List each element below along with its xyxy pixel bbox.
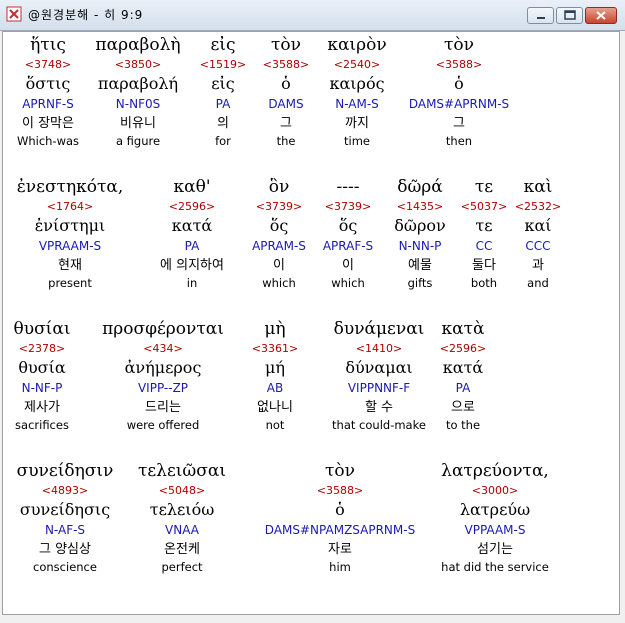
strong-number: <5048>	[158, 484, 206, 497]
word-greek: κατὰ	[441, 319, 485, 339]
app-icon	[6, 6, 22, 22]
word-lemma: κατά	[442, 358, 484, 377]
word-greek: τελειῶσαι	[137, 461, 227, 481]
title-bar: @원경분해 - 히 9:9	[0, 0, 625, 31]
english-gloss: hat did the service	[441, 560, 549, 574]
strong-number: <3588>	[316, 484, 364, 497]
minimize-icon	[537, 17, 545, 19]
korean-gloss: 자로	[328, 542, 352, 557]
word-block[interactable]: τὸν <3588> ὁ DAMS#APRNM-S 그 then	[379, 34, 539, 149]
english-gloss: him	[329, 560, 351, 574]
korean-gloss: 과	[532, 258, 544, 273]
interlinear-panel[interactable]: ἥτις <3748> ὅστις APRNF-S 이 장막은 Which-was παρα…	[2, 31, 620, 615]
window-title: @원경분해 - 히 9:9	[28, 8, 144, 22]
korean-gloss: 그	[453, 116, 465, 131]
close-icon	[596, 11, 606, 20]
word-block[interactable]: καὶ <2532> καί CCC 과 and	[458, 176, 618, 291]
morph-code: PA	[455, 381, 471, 395]
korean-gloss: 섬기는	[477, 542, 513, 557]
strong-number: <2596>	[439, 342, 487, 355]
morph-code: VNAA	[165, 523, 199, 537]
word-lemma: ὁ	[335, 500, 345, 519]
word-lemma: ὁ	[454, 74, 464, 93]
word-lemma: τελειόω	[149, 500, 215, 519]
strong-number: <2532>	[514, 200, 562, 213]
english-gloss: to the	[445, 418, 481, 432]
word-greek: καὶ	[523, 177, 553, 197]
maximize-button[interactable]	[556, 7, 583, 24]
strong-number: <3000>	[471, 484, 519, 497]
word-greek: τὸν	[325, 461, 355, 481]
word-lemma: λατρεύω	[459, 500, 531, 519]
minimize-button[interactable]	[527, 7, 554, 24]
word-block[interactable]: τελειῶσαι <5048> τελειόω VNAA 온전케 perfect	[102, 460, 262, 575]
word-block[interactable]: λατρεύοντα, <3000> λατρεύω VPPAAM-S 섬기는 hat d…	[415, 460, 575, 575]
morph-code: DAMS#APRNM-S	[408, 97, 510, 111]
maximize-icon	[564, 10, 576, 20]
word-lemma: καί	[524, 216, 552, 235]
word-greek: λατρεύοντα,	[441, 461, 549, 481]
morph-code: VPPAAM-S	[464, 523, 526, 537]
english-gloss: perfect	[161, 560, 203, 574]
close-button[interactable]	[585, 7, 617, 24]
morph-code: CCC	[525, 239, 551, 253]
word-greek: τὸν	[444, 35, 474, 55]
morph-code: DAMS#NPAMZSAPRNM-S	[264, 523, 416, 537]
word-block[interactable]: κατὰ <2596> κατά PA 으로 to the	[383, 318, 543, 433]
english-gloss: then	[445, 134, 473, 148]
korean-gloss: 온전케	[164, 542, 200, 557]
english-gloss: and	[527, 276, 549, 290]
korean-gloss: 으로	[451, 400, 475, 415]
word-block[interactable]: τὸν <3588> ὁ DAMS#NPAMZSAPRNM-S 자로 him	[260, 460, 420, 575]
strong-number: <3588>	[435, 58, 483, 71]
